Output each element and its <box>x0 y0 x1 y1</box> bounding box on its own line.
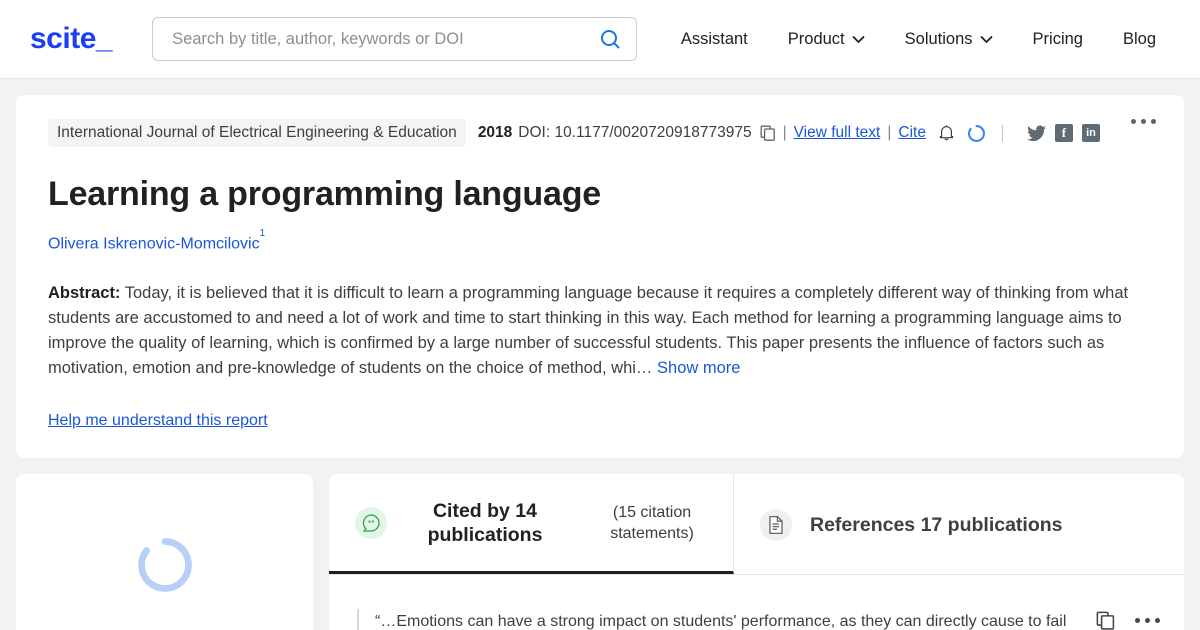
social-share-group: f in <box>1026 124 1100 142</box>
twitter-icon[interactable] <box>1026 124 1046 142</box>
abstract-text: Today, it is believed that it is difficu… <box>48 284 1129 378</box>
dot <box>1155 618 1160 624</box>
nav-item-pricing[interactable]: Pricing <box>1013 30 1103 49</box>
nav-item-solutions[interactable]: Solutions <box>885 30 1013 49</box>
abstract-label: Abstract: <box>48 284 121 303</box>
quote-bubble-icon <box>355 507 387 540</box>
dot <box>1141 119 1146 124</box>
citation-more-options-button[interactable] <box>1135 618 1160 624</box>
nav-item-blog[interactable]: Blog <box>1103 30 1176 49</box>
metrics-side-panel <box>16 474 313 630</box>
view-full-text-link[interactable]: View full text <box>794 124 881 142</box>
separator: | <box>887 124 892 141</box>
page-body: International Journal of Electrical Engi… <box>0 79 1200 630</box>
citation-statement-row: “…Emotions can have a strong impact on s… <box>329 575 1184 630</box>
page-title: Learning a programming language <box>48 175 601 213</box>
loading-spinner-icon <box>967 124 986 143</box>
tab-references-label: References 17 publications <box>810 513 1063 536</box>
site-header: scite_ Assistant Product Solutions Prici… <box>0 0 1200 79</box>
nav-item-product[interactable]: Product <box>768 30 885 49</box>
quote-accent-bar <box>357 609 359 630</box>
author-list[interactable]: Olivera Iskrenovic-Momcilovic1 <box>48 228 1152 253</box>
dot <box>1135 618 1140 624</box>
show-more-button[interactable]: Show more <box>657 359 740 377</box>
journal-name[interactable]: International Journal of Electrical Engi… <box>48 119 466 147</box>
tab-cited-by-label: Cited by 14 publications <box>427 500 543 547</box>
citation-statement-text: “…Emotions can have a strong impact on s… <box>375 609 1080 630</box>
bottom-section: Cited by 14 publications (15 citation st… <box>16 474 1184 630</box>
loading-spinner-icon <box>136 536 194 594</box>
help-me-understand-link[interactable]: Help me understand this report <box>48 412 268 430</box>
chevron-down-icon <box>980 30 993 49</box>
publication-year: 2018 <box>477 124 513 141</box>
copy-icon[interactable] <box>1096 611 1115 630</box>
tab-references[interactable]: References 17 publications <box>734 474 1089 574</box>
linkedin-icon[interactable]: in <box>1081 124 1100 142</box>
paper-card: International Journal of Electrical Engi… <box>16 95 1184 459</box>
citation-text-before: “…Emotions can have a strong impact on s… <box>375 613 1067 630</box>
search-icon[interactable] <box>598 27 622 51</box>
tab-cited-by[interactable]: Cited by 14 publications (15 citation st… <box>329 474 734 575</box>
main-navigation: Assistant Product Solutions Pricing Blog <box>661 30 1176 49</box>
nav-label-product: Product <box>787 29 845 48</box>
nav-label-pricing: Pricing <box>1032 29 1083 48</box>
separator: | <box>782 124 787 141</box>
divider <box>1001 124 1003 142</box>
citations-panel: Cited by 14 publications (15 citation st… <box>329 474 1184 630</box>
search-input[interactable] <box>170 28 598 50</box>
dot <box>1145 618 1150 624</box>
copy-icon[interactable] <box>760 125 776 141</box>
author-affiliation-marker: 1 <box>259 228 266 239</box>
scite-logo[interactable]: scite_ <box>30 24 113 54</box>
nav-label-assistant: Assistant <box>680 29 748 48</box>
search-bar[interactable] <box>152 17 637 61</box>
paper-metadata-row: International Journal of Electrical Engi… <box>48 115 1152 147</box>
citation-actions <box>1096 609 1160 630</box>
nav-label-blog: Blog <box>1122 29 1156 48</box>
cite-link[interactable]: Cite <box>898 124 926 142</box>
nav-item-assistant[interactable]: Assistant <box>661 30 768 49</box>
facebook-icon[interactable]: f <box>1054 124 1073 142</box>
dot <box>1131 119 1136 124</box>
doi-label: DOI: 10.1177/0020720918773975 <box>518 124 752 141</box>
abstract: Abstract: Today, it is believed that it … <box>48 281 1152 381</box>
author-name[interactable]: Olivera Iskrenovic-Momcilovic <box>48 235 260 252</box>
bell-icon[interactable] <box>938 124 955 142</box>
paper-more-options-button[interactable] <box>1131 119 1156 124</box>
tab-cited-by-sublabel: (15 citation statements) <box>610 504 694 543</box>
citations-tabs: Cited by 14 publications (15 citation st… <box>329 474 1184 576</box>
dot <box>1151 119 1156 124</box>
chevron-down-icon <box>852 30 865 49</box>
nav-label-solutions: Solutions <box>904 29 973 48</box>
document-icon <box>760 508 792 541</box>
